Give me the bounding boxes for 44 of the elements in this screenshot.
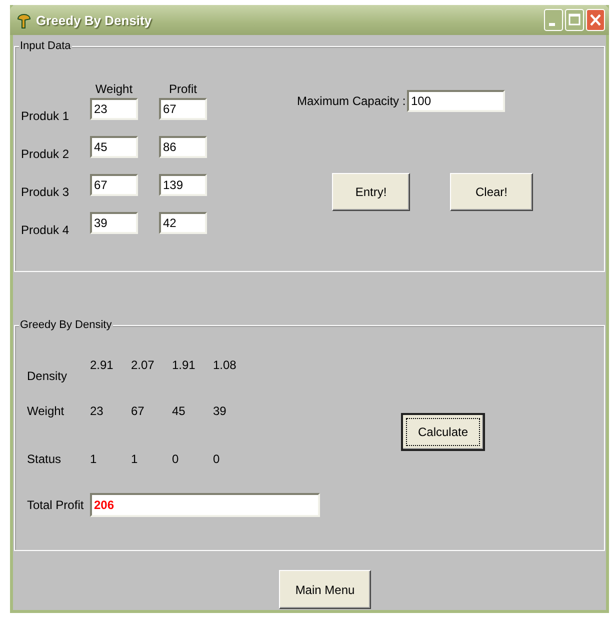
window-title: Greedy By Density bbox=[36, 12, 153, 28]
entry-button[interactable]: Entry! bbox=[332, 173, 410, 211]
result-value: 2.07 bbox=[131, 358, 156, 372]
result-value: 0 bbox=[213, 452, 221, 466]
row-label: Weight bbox=[27, 404, 66, 418]
group-legend: Input Data bbox=[19, 39, 72, 53]
capacity-field[interactable]: 100 bbox=[407, 90, 505, 112]
clear-button[interactable]: Clear! bbox=[450, 173, 533, 211]
result-value: 39 bbox=[213, 404, 228, 418]
total-profit-field[interactable]: 206 bbox=[90, 493, 320, 517]
column-header: Weight bbox=[94, 82, 134, 96]
result-value: 1.08 bbox=[213, 358, 238, 372]
result-value: 1 bbox=[90, 452, 98, 466]
weight-field[interactable]: 45 bbox=[90, 136, 138, 158]
row-label: Status bbox=[27, 452, 62, 466]
calculate-button[interactable]: Calculate bbox=[401, 413, 485, 451]
product-label: Produk 1 bbox=[21, 109, 69, 123]
product-label: Produk 4 bbox=[21, 223, 69, 237]
profit-field[interactable]: 67 bbox=[159, 98, 207, 120]
close-icon[interactable] bbox=[586, 9, 605, 31]
weight-field[interactable]: 39 bbox=[90, 212, 138, 234]
weight-field[interactable]: 67 bbox=[90, 174, 138, 196]
result-value: 67 bbox=[131, 404, 146, 418]
product-label: Produk 3 bbox=[21, 185, 69, 199]
total-profit-label: Total Profit bbox=[27, 498, 85, 512]
result-value: 0 bbox=[172, 452, 180, 466]
row-label: Density bbox=[27, 369, 68, 383]
app-icon bbox=[16, 11, 32, 29]
profit-field[interactable]: 86 bbox=[159, 136, 207, 158]
result-value: 2.91 bbox=[90, 358, 114, 372]
minimize-icon[interactable] bbox=[544, 9, 563, 31]
main-menu-button[interactable]: Main Menu bbox=[279, 570, 371, 609]
result-value: 45 bbox=[172, 404, 186, 418]
profit-field[interactable]: 42 bbox=[159, 212, 207, 234]
result-value: 1 bbox=[131, 452, 139, 466]
profit-field[interactable]: 139 bbox=[159, 174, 207, 196]
result-value: 23 bbox=[90, 404, 104, 418]
group-legend: Greedy By Density bbox=[19, 318, 113, 332]
product-label: Produk 2 bbox=[21, 147, 69, 161]
capacity-label: Maximum Capacity : bbox=[297, 94, 407, 108]
maximize-icon[interactable] bbox=[565, 9, 584, 31]
result-value: 1.91 bbox=[172, 358, 196, 372]
column-header: Profit bbox=[168, 82, 198, 96]
weight-field[interactable]: 23 bbox=[90, 98, 138, 120]
